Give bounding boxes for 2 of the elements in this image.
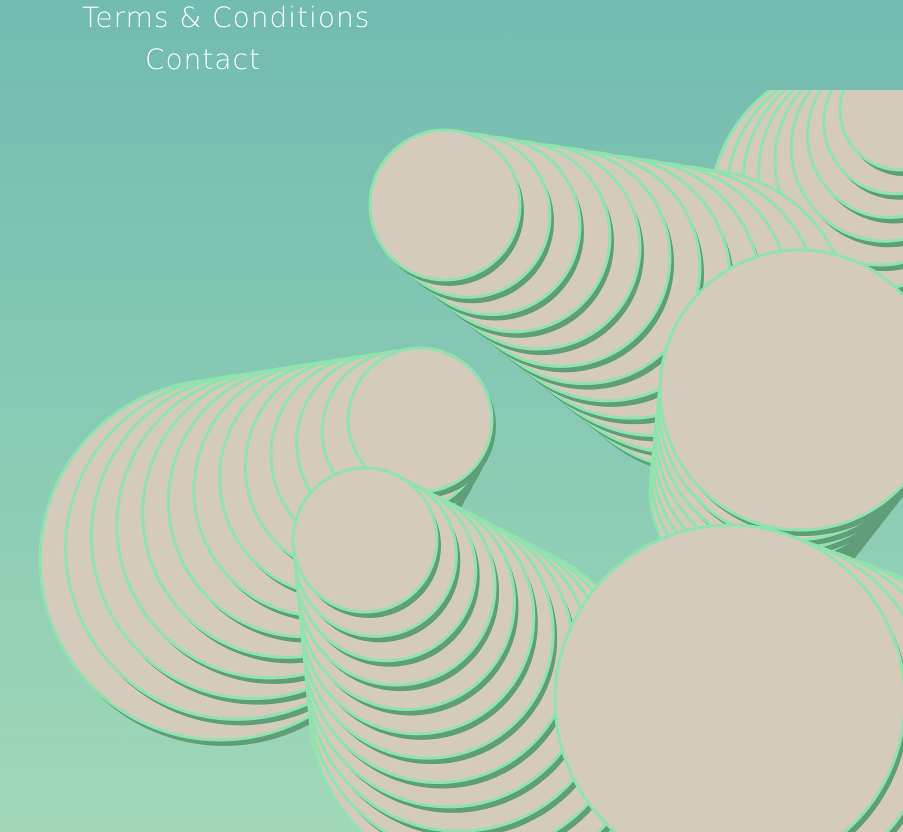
footer-link[interactable]: Contact (145, 42, 261, 78)
footer-link[interactable]: Terms & Conditions (82, 0, 370, 36)
